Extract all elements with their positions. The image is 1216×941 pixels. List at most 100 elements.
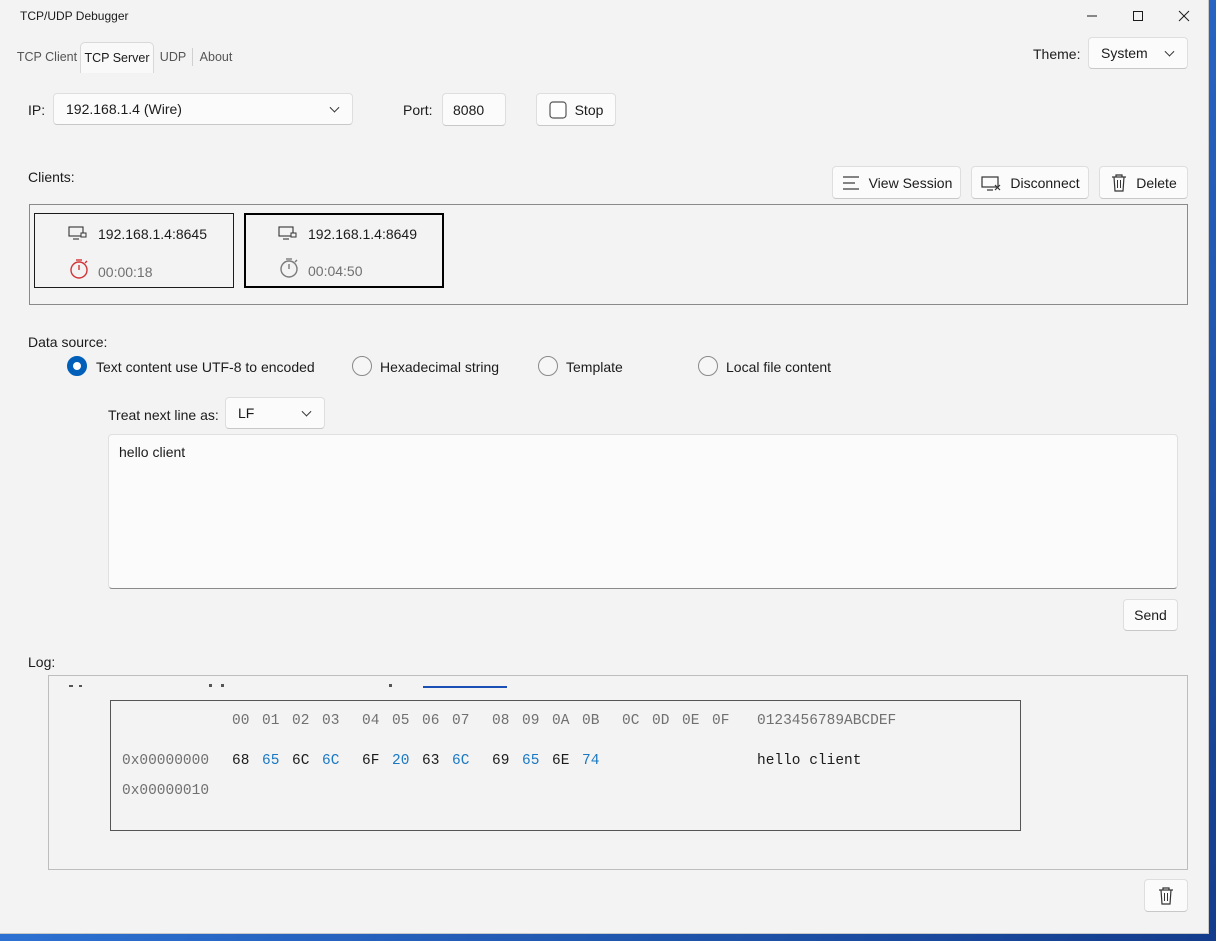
hex-byte: 63	[422, 753, 440, 769]
trash-icon	[1159, 886, 1173, 905]
hex-ascii-header: 0123456789ABCDEF	[757, 713, 897, 729]
ip-select[interactable]: 192.168.1.4 (Wire)	[53, 93, 353, 125]
log-label: Log:	[28, 654, 56, 670]
hex-byte: 69	[492, 753, 510, 769]
client-card[interactable]: 192.168.1.4:8645 00:00:18	[34, 213, 234, 288]
hex-byte: 65	[262, 753, 280, 769]
radio-label-hex-string[interactable]: Hexadecimal string	[380, 359, 499, 375]
tab-about[interactable]: About	[195, 42, 237, 72]
hex-column-header: 05	[392, 713, 410, 729]
port-value: 8080	[453, 101, 485, 118]
hex-row-bytes: 68 65 6C 6C 6F 20 63 6C 69 65 6E 74	[111, 753, 1020, 773]
hex-dump: 00 01 02 03 04 05 06 07 08 09 0A 0B 0C 0D 0E 0F 0123456…	[110, 700, 1021, 831]
clear-log-button[interactable]	[1144, 879, 1188, 912]
hex-column-header: 0A	[552, 713, 570, 729]
maximize-button[interactable]	[1115, 0, 1161, 32]
hex-column-header: 0B	[582, 713, 600, 729]
send-button[interactable]: Send	[1123, 599, 1178, 631]
disconnect-label: Disconnect	[1010, 174, 1080, 191]
hex-column-header: 0E	[682, 713, 700, 729]
port-label: Port:	[403, 102, 433, 118]
hex-column-header: 04	[362, 713, 380, 729]
hex-column-header: 06	[422, 713, 440, 729]
hex-byte: 6C	[452, 753, 470, 769]
client-duration: 00:04:50	[308, 263, 363, 279]
clients-label: Clients:	[28, 169, 75, 185]
monitor-icon	[68, 226, 87, 240]
hex-byte: 20	[392, 753, 410, 769]
theme-select[interactable]: System	[1088, 37, 1188, 69]
hex-column-header: 07	[452, 713, 470, 729]
radio-hex-string[interactable]	[352, 356, 372, 376]
hex-byte: 6E	[552, 753, 570, 769]
client-address: 192.168.1.4:8645	[98, 226, 207, 242]
radio-label-template[interactable]: Template	[566, 359, 623, 375]
hex-byte: 6F	[362, 753, 380, 769]
radio-text-utf8[interactable]	[67, 356, 87, 376]
send-label: Send	[1134, 607, 1167, 623]
stop-label: Stop	[574, 101, 604, 118]
window-title: TCP/UDP Debugger	[20, 9, 129, 23]
hex-column-header: 0C	[622, 713, 640, 729]
clients-panel: 192.168.1.4:8645 00:00:18 192.168.1.4:86…	[29, 204, 1188, 305]
stop-toggle-button[interactable]: Stop	[536, 93, 616, 126]
radio-label-local-file[interactable]: Local file content	[726, 359, 831, 375]
minimize-button[interactable]	[1069, 0, 1115, 32]
maximize-icon	[1133, 11, 1143, 21]
hex-column-header: 03	[322, 713, 340, 729]
tab-tcp-server[interactable]: TCP Server	[80, 42, 154, 73]
hex-column-header: 09	[522, 713, 540, 729]
chevron-down-icon	[329, 102, 340, 113]
theme-label: Theme:	[1033, 46, 1081, 62]
delete-label: Delete	[1136, 174, 1177, 191]
client-address: 192.168.1.4:8649	[308, 226, 417, 242]
theme-value: System	[1101, 45, 1148, 61]
radio-template[interactable]	[538, 356, 558, 376]
radio-label-text-utf8[interactable]: Text content use UTF-8 to encoded	[96, 359, 315, 375]
checkbox-icon	[548, 100, 567, 119]
close-button[interactable]	[1161, 0, 1207, 32]
view-session-button[interactable]: View Session	[832, 166, 961, 199]
hex-row-offset: 0x00000010	[122, 783, 210, 799]
menu-lines-icon	[842, 175, 859, 190]
monitor-icon	[278, 226, 297, 240]
log-panel[interactable]: 00 01 02 03 04 05 06 07 08 09 0A 0B 0C 0D 0E 0F 0123456…	[48, 675, 1188, 870]
log-scrolled-fragment	[69, 676, 509, 688]
minimize-icon	[1087, 15, 1097, 17]
hex-column-header: 01	[262, 713, 280, 729]
tab-tcp-client[interactable]: TCP Client	[16, 42, 78, 72]
hex-byte: 74	[582, 753, 600, 769]
newline-select[interactable]: LF	[225, 397, 325, 429]
hex-column-header: 0D	[652, 713, 670, 729]
newline-label: Treat next line as:	[108, 407, 219, 423]
app-window: TCP/UDP Debugger TCP Client TCP Server U…	[0, 0, 1209, 934]
disconnect-button[interactable]: Disconnect	[971, 166, 1089, 199]
view-session-label: View Session	[868, 174, 953, 191]
send-content-textarea[interactable]: hello client	[108, 434, 1178, 589]
data-source-label: Data source:	[28, 334, 108, 350]
client-duration: 00:00:18	[98, 264, 153, 280]
client-card-selected[interactable]: 192.168.1.4:8649 00:04:50	[244, 213, 444, 288]
tab-separator	[192, 48, 193, 66]
timer-icon	[280, 258, 298, 278]
radio-local-file[interactable]	[698, 356, 718, 376]
chevron-down-icon	[301, 406, 312, 417]
hex-byte: 6C	[292, 753, 310, 769]
hex-byte: 65	[522, 753, 540, 769]
timer-icon	[70, 259, 88, 279]
newline-value: LF	[238, 405, 255, 421]
chevron-down-icon	[1164, 46, 1175, 57]
port-input[interactable]: 8080	[442, 93, 506, 126]
hex-byte: 6C	[322, 753, 340, 769]
hex-column-header: 02	[292, 713, 310, 729]
hex-column-header: 08	[492, 713, 510, 729]
hex-row-ascii: hello client	[757, 753, 862, 769]
send-content-text: hello client	[119, 444, 186, 460]
close-icon	[1178, 10, 1190, 22]
disconnect-monitor-icon	[981, 175, 1001, 191]
tab-udp[interactable]: UDP	[156, 42, 190, 72]
ip-value: 192.168.1.4 (Wire)	[66, 101, 182, 117]
hex-byte: 68	[232, 753, 250, 769]
hex-column-header: 00	[232, 713, 250, 729]
delete-button[interactable]: Delete	[1099, 166, 1188, 199]
